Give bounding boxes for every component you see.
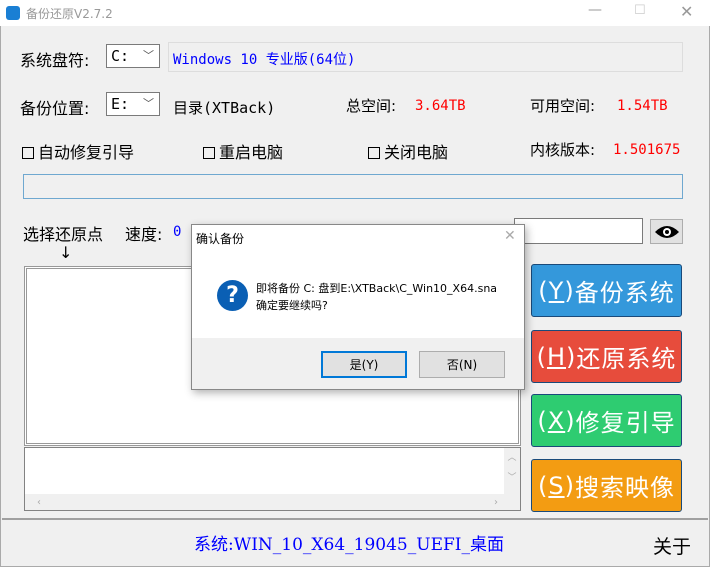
- yes-button[interactable]: 是(Y): [321, 351, 407, 378]
- status-text: 系统:WIN_10_X64_19045_UEFI_桌面: [194, 535, 504, 555]
- eye-icon: [654, 225, 679, 238]
- restore-system-button[interactable]: (H) 还原系统: [531, 330, 682, 383]
- question-icon: ?: [217, 280, 248, 311]
- restart-checkbox[interactable]: 重启电脑: [203, 139, 283, 163]
- no-button[interactable]: 否(N): [419, 351, 505, 378]
- horizontal-scrollbar[interactable]: ‹ ›: [25, 494, 520, 510]
- auto-repair-checkbox[interactable]: 自动修复引导: [22, 139, 134, 163]
- show-password-button[interactable]: [650, 219, 683, 244]
- backup-location-label: 备份位置:: [20, 99, 90, 118]
- speed-label: 速度:: [125, 225, 163, 244]
- backup-directory: 目录(XTBack): [173, 99, 276, 117]
- total-space-value: 3.64TB: [415, 98, 466, 114]
- free-space-label: 可用空间:: [530, 97, 596, 115]
- separator: [2, 518, 708, 520]
- chevron-down-icon: ﹀: [143, 49, 154, 62]
- about-link[interactable]: 关于: [653, 532, 691, 559]
- down-arrow-icon: ↓: [59, 243, 73, 262]
- dialog-title: 确认备份: [196, 232, 245, 246]
- shutdown-checkbox[interactable]: 关闭电脑: [368, 139, 448, 163]
- confirm-backup-dialog: 确认备份 ✕ ? 即将备份 C: 盘到E:\XTBack\C_Win10_X64…: [191, 224, 525, 390]
- dialog-message-line2: 确定要继续吗?: [256, 299, 328, 312]
- backup-system-button[interactable]: (Y) 备份系统: [531, 264, 682, 317]
- kernel-version-label: 内核版本:: [530, 141, 596, 159]
- minimize-button[interactable]: —: [588, 2, 602, 18]
- app-icon: [6, 6, 20, 20]
- window-title: 备份还原V2.7.2: [26, 7, 113, 21]
- close-button[interactable]: ✕: [680, 2, 693, 21]
- title-bar: 备份还原V2.7.2 — ☐ ✕: [0, 0, 710, 26]
- kernel-version-value: 1.501675: [613, 142, 681, 158]
- backup-drive-select[interactable]: E: ﹀: [106, 92, 160, 116]
- os-info-field: Windows 10 专业版(64位): [168, 42, 683, 72]
- vertical-scrollbar[interactable]: ︿ ﹀: [504, 448, 520, 494]
- dialog-close-button[interactable]: ✕: [504, 228, 516, 244]
- progress-bar: [23, 174, 683, 199]
- dialog-message-line1: 即将备份 C: 盘到E:\XTBack\C_Win10_X64.sna: [256, 282, 498, 295]
- maximize-button[interactable]: ☐: [634, 3, 646, 18]
- chevron-down-icon: ﹀: [143, 97, 154, 110]
- search-input[interactable]: [514, 218, 643, 244]
- free-space-value: 1.54TB: [617, 98, 668, 114]
- total-space-label: 总空间:: [346, 97, 397, 115]
- select-restore-point-label: 选择还原点: [23, 225, 104, 244]
- system-drive-label: 系统盘符:: [20, 51, 90, 70]
- system-drive-select[interactable]: C: ﹀: [106, 44, 160, 68]
- log-textarea[interactable]: ︿ ﹀ ‹ ›: [24, 447, 521, 511]
- search-image-button[interactable]: (S) 搜索映像: [531, 459, 682, 512]
- repair-boot-button[interactable]: (X) 修复引导: [531, 394, 682, 447]
